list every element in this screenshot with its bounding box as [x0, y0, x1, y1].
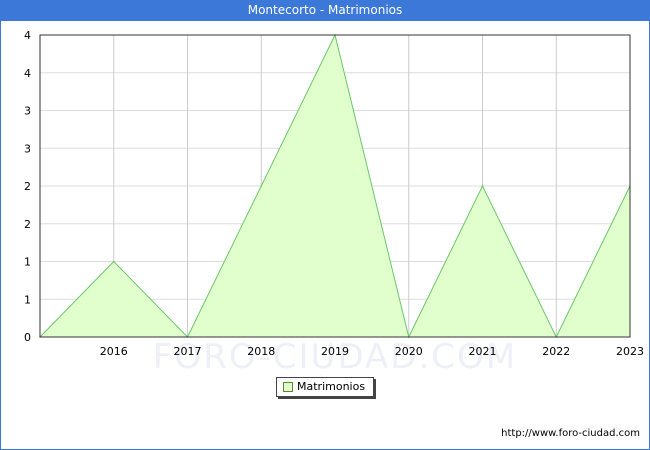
- x-tick-label: 2021: [469, 345, 497, 358]
- x-tick-label: 2020: [395, 345, 423, 358]
- legend: Matrimonios: [276, 377, 374, 397]
- y-tick-label: 2: [24, 180, 31, 193]
- y-tick-label: 1: [24, 293, 31, 306]
- y-tick-label: 2: [24, 218, 31, 231]
- x-tick-label: 2023: [616, 345, 644, 358]
- x-tick-label: 2022: [542, 345, 570, 358]
- footer-url[interactable]: http://www.foro-ciudad.com: [501, 428, 640, 439]
- data-point: [260, 185, 263, 187]
- y-tick-label: 3: [24, 105, 31, 118]
- x-tick-label: 2017: [174, 345, 202, 358]
- y-tick-label: 4: [24, 67, 31, 80]
- y-tick-label: 4: [24, 29, 31, 42]
- y-tick-label: 1: [24, 256, 31, 269]
- x-tick-label: 2019: [321, 345, 349, 358]
- data-point: [481, 185, 484, 187]
- data-point: [112, 260, 115, 263]
- y-tick-label: 0: [24, 331, 31, 344]
- x-tick-label: 2016: [100, 345, 128, 358]
- y-tick-label: 3: [24, 142, 31, 155]
- legend-swatch: [283, 382, 293, 392]
- x-tick-label: 2018: [247, 345, 275, 358]
- legend-label: Matrimonios: [297, 380, 366, 393]
